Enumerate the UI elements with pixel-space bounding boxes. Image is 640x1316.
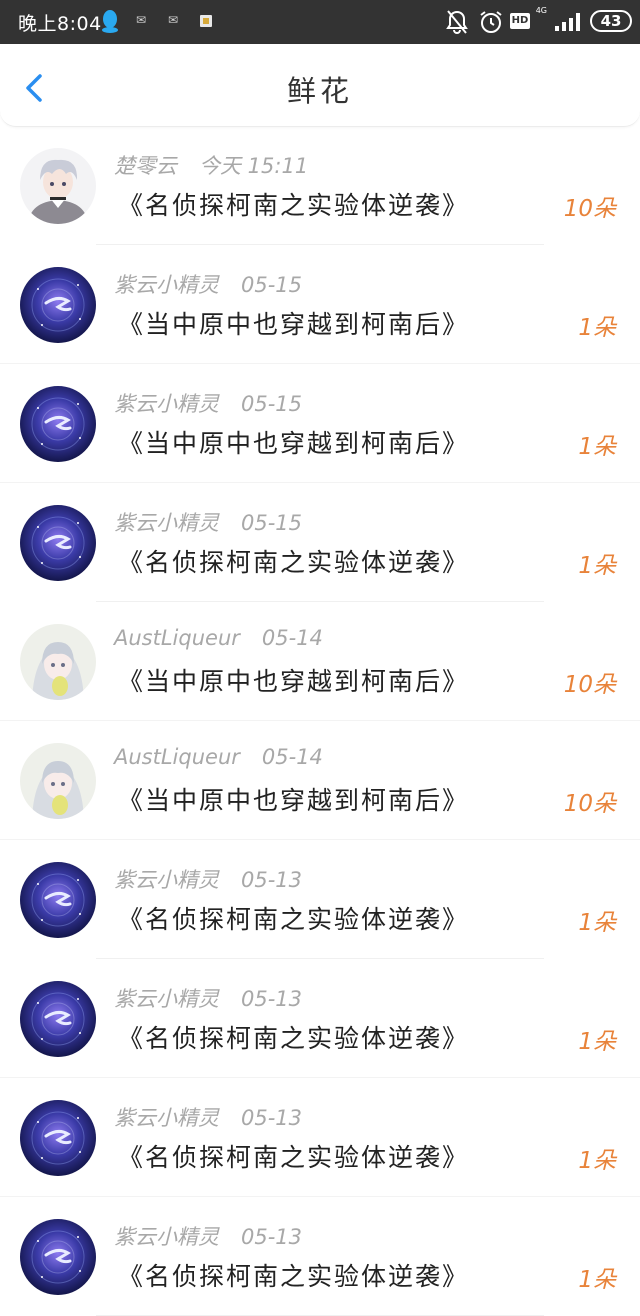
sender-name[interactable]: AustLiqueur (114, 626, 240, 650)
sender-name[interactable]: 紫云小精灵 (114, 392, 219, 416)
book-title[interactable]: 《名侦探柯南之实验体逆袭》 (118, 1019, 469, 1055)
battery-level: 43 (600, 12, 622, 30)
book-title[interactable]: 《名侦探柯南之实验体逆袭》 (118, 186, 469, 222)
flower-amount: 1朵 (578, 910, 616, 936)
hd-badge: HD (510, 13, 530, 29)
row-meta: 紫云小精灵 05-13 (114, 1221, 302, 1251)
sender-name[interactable]: 紫云小精灵 (114, 273, 219, 297)
book-title[interactable]: 《名侦探柯南之实验体逆袭》 (118, 1138, 469, 1174)
book-title[interactable]: 《当中原中也穿越到柯南后》 (118, 662, 469, 698)
flower-amount: 1朵 (578, 553, 616, 579)
sender-name[interactable]: 楚零云 (114, 154, 177, 178)
network-type: 4G (535, 6, 547, 15)
flower-amount: 10朵 (563, 196, 616, 222)
send-date: 05-14 (261, 745, 323, 769)
sender-name[interactable]: 紫云小精灵 (114, 511, 219, 535)
alarm-clock-icon (480, 11, 502, 33)
book-title[interactable]: 《名侦探柯南之实验体逆袭》 (118, 1257, 469, 1293)
gallery-icon (200, 15, 212, 27)
flower-record-row[interactable]: 紫云小精灵 05-13 《名侦探柯南之实验体逆袭》 1朵 (0, 840, 640, 959)
avatar[interactable] (20, 624, 96, 700)
row-meta: 楚零云 今天 15:11 (114, 150, 308, 180)
flower-record-row[interactable]: 紫云小精灵 05-15 《当中原中也穿越到柯南后》 1朵 (0, 364, 640, 483)
sender-name[interactable]: 紫云小精灵 (114, 1106, 219, 1130)
send-date: 05-13 (241, 987, 303, 1011)
avatar[interactable] (20, 981, 96, 1057)
page-title: 鲜花 (286, 74, 353, 108)
battery-icon: 43 (590, 10, 632, 32)
avatar[interactable] (20, 148, 96, 224)
send-date: 05-14 (261, 626, 323, 650)
sender-name[interactable]: AustLiqueur (114, 745, 240, 769)
notification-icon: ✉ (168, 13, 179, 27)
avatar[interactable] (20, 743, 96, 819)
flower-record-row[interactable]: 楚零云 今天 15:11 《名侦探柯南之实验体逆袭》 10朵 (0, 126, 640, 245)
row-meta: 紫云小精灵 05-15 (114, 507, 302, 537)
flower-amount: 1朵 (578, 1267, 616, 1293)
flower-record-row[interactable]: AustLiqueur 05-14 《当中原中也穿越到柯南后》 10朵 (0, 721, 640, 840)
row-meta: 紫云小精灵 05-13 (114, 864, 302, 894)
flower-amount: 1朵 (578, 315, 616, 341)
status-bar: 晚上8:04 ✉ ✉ HD 4G 43 (0, 0, 640, 44)
row-meta: 紫云小精灵 05-15 (114, 269, 302, 299)
avatar[interactable] (20, 267, 96, 343)
signal-icon (555, 13, 580, 31)
flower-record-row[interactable]: AustLiqueur 05-14 《当中原中也穿越到柯南后》 10朵 (0, 602, 640, 721)
send-date: 05-15 (241, 392, 303, 416)
send-date: 05-13 (241, 1225, 303, 1249)
book-title[interactable]: 《当中原中也穿越到柯南后》 (118, 305, 469, 341)
sender-name[interactable]: 紫云小精灵 (114, 868, 219, 892)
flower-amount: 1朵 (578, 1148, 616, 1174)
status-time: 晚上8:04 (18, 13, 102, 35)
row-meta: 紫云小精灵 05-13 (114, 983, 302, 1013)
row-meta: 紫云小精灵 05-15 (114, 388, 302, 418)
row-meta: 紫云小精灵 05-13 (114, 1102, 302, 1132)
avatar[interactable] (20, 505, 96, 581)
flower-record-row[interactable]: 紫云小精灵 05-15 《当中原中也穿越到柯南后》 1朵 (0, 245, 640, 364)
send-date: 05-13 (241, 868, 303, 892)
book-title[interactable]: 《当中原中也穿越到柯南后》 (118, 781, 469, 817)
send-date: 今天 15:11 (199, 154, 309, 178)
flower-amount: 1朵 (578, 434, 616, 460)
row-meta: AustLiqueur 05-14 (114, 626, 323, 650)
flower-record-row[interactable]: 紫云小精灵 05-15 《名侦探柯南之实验体逆袭》 1朵 (0, 483, 640, 602)
sender-name[interactable]: 紫云小精灵 (114, 1225, 219, 1249)
avatar[interactable] (20, 386, 96, 462)
flower-amount: 1朵 (578, 1029, 616, 1055)
send-date: 05-15 (241, 511, 303, 535)
flower-record-row[interactable]: 紫云小精灵 05-13 《名侦探柯南之实验体逆袭》 1朵 (0, 1078, 640, 1197)
book-title[interactable]: 《当中原中也穿越到柯南后》 (118, 424, 469, 460)
row-meta: AustLiqueur 05-14 (114, 745, 323, 769)
flower-amount: 10朵 (563, 791, 616, 817)
send-date: 05-13 (241, 1106, 303, 1130)
flower-amount: 10朵 (563, 672, 616, 698)
avatar[interactable] (20, 862, 96, 938)
app-header: 鲜花 (0, 44, 640, 127)
book-title[interactable]: 《名侦探柯南之实验体逆袭》 (118, 543, 469, 579)
avatar[interactable] (20, 1219, 96, 1295)
sender-name[interactable]: 紫云小精灵 (114, 987, 219, 1011)
notification-icon: ✉ (136, 13, 147, 27)
avatar[interactable] (20, 1100, 96, 1176)
send-date: 05-15 (241, 273, 303, 297)
bell-muted-icon (446, 10, 468, 34)
flower-record-row[interactable]: 紫云小精灵 05-13 《名侦探柯南之实验体逆袭》 1朵 (0, 959, 640, 1078)
flower-list: 楚零云 今天 15:11 《名侦探柯南之实验体逆袭》 10朵 紫云小精灵 05-15 《当… (0, 126, 640, 1316)
flower-record-row[interactable]: 紫云小精灵 05-13 《名侦探柯南之实验体逆袭》 1朵 (0, 1197, 640, 1316)
book-title[interactable]: 《名侦探柯南之实验体逆袭》 (118, 900, 469, 936)
qq-penguin-icon (102, 10, 118, 33)
